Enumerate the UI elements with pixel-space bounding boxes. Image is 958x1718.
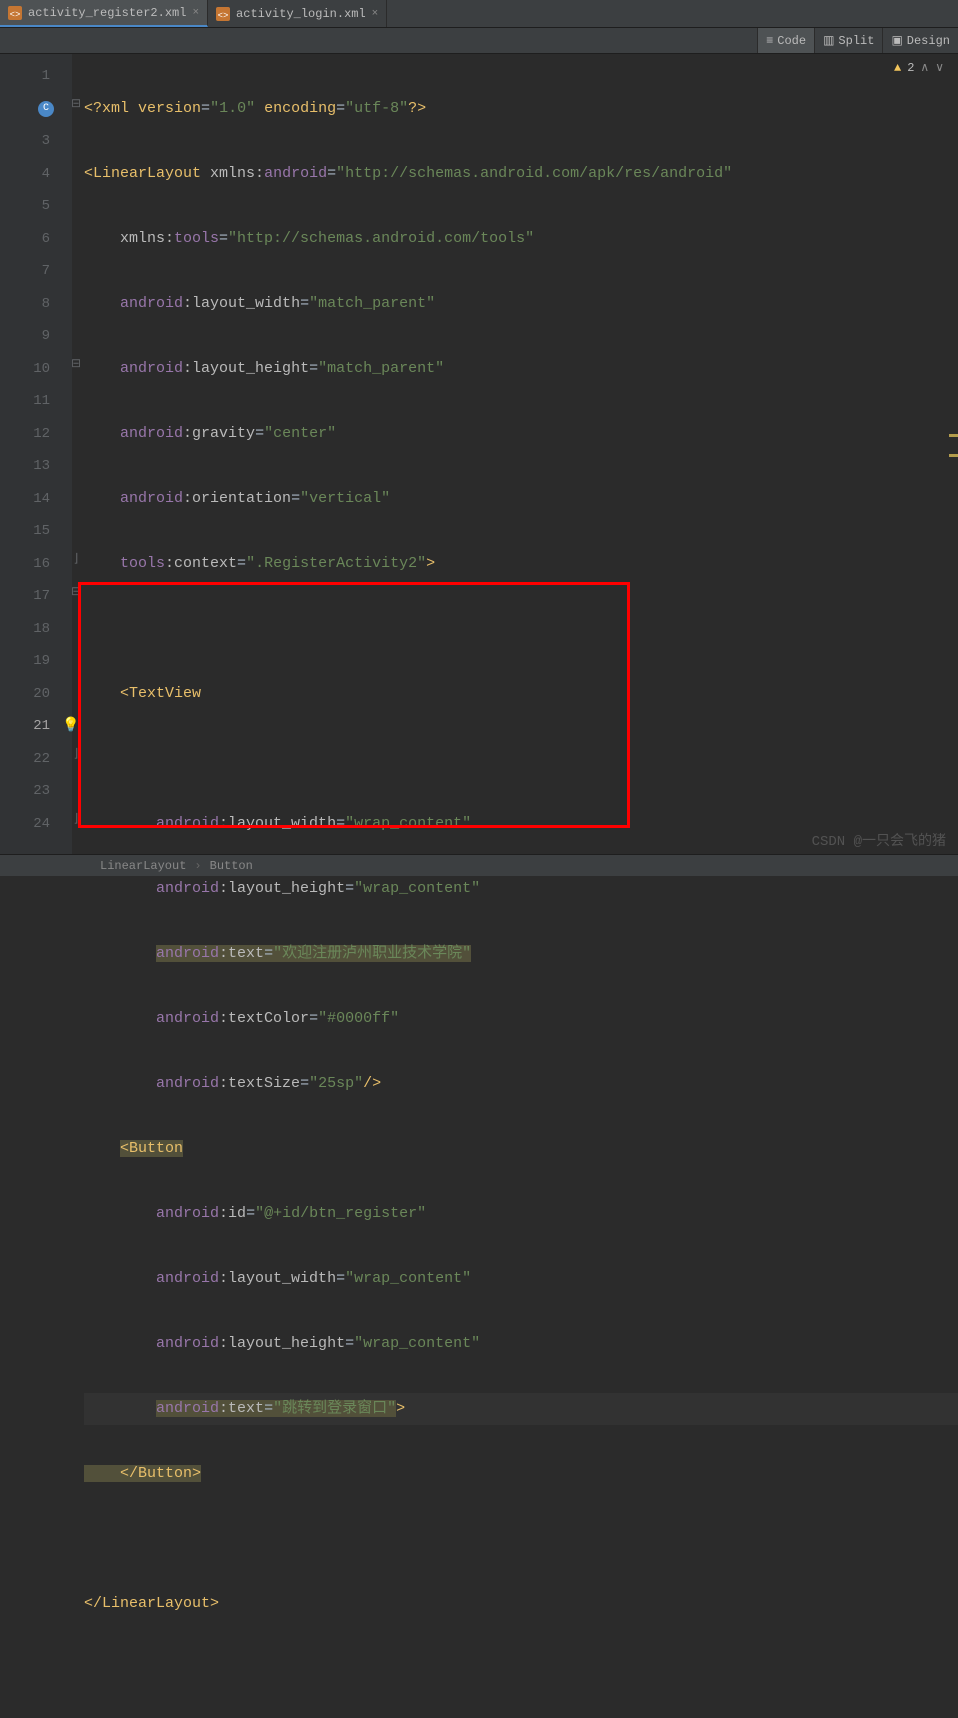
- close-icon[interactable]: ×: [372, 8, 379, 20]
- code-line[interactable]: android:text="欢迎注册泸州职业技术学院": [84, 938, 958, 971]
- warning-mark[interactable]: [949, 434, 958, 437]
- tab-label: activity_login.xml: [236, 7, 366, 21]
- code-line[interactable]: </LinearLayout>: [84, 1588, 958, 1621]
- view-split-button[interactable]: ▥ Split: [814, 28, 882, 53]
- class-icon[interactable]: C: [38, 101, 54, 117]
- code-line[interactable]: <?xml version="1.0" encoding="utf-8"?>: [84, 93, 958, 126]
- split-icon: ▥: [823, 33, 834, 48]
- xml-file-icon: <>: [8, 6, 22, 20]
- tab-login[interactable]: <> activity_login.xml ×: [208, 0, 387, 27]
- tab-register2[interactable]: <> activity_register2.xml ×: [0, 0, 208, 27]
- svg-text:<>: <>: [218, 11, 229, 21]
- view-design-button[interactable]: ▣ Design: [882, 28, 958, 53]
- code-line[interactable]: android:layout_height="wrap_content": [84, 873, 958, 906]
- scrollbar-marks[interactable]: [948, 54, 958, 854]
- code-line[interactable]: tools:context=".RegisterActivity2">: [84, 548, 958, 581]
- warning-mark[interactable]: [949, 454, 958, 457]
- code-line[interactable]: xmlns:tools="http://schemas.android.com/…: [84, 223, 958, 256]
- code-line[interactable]: <Button: [84, 1133, 958, 1166]
- code-line[interactable]: [84, 613, 958, 646]
- chevron-down-icon[interactable]: ∨: [935, 60, 944, 75]
- warning-count: 2: [907, 61, 914, 75]
- gutter[interactable]: 1 C2 3 4 5 6 7 8 9 10 11 12 13 14 15 16 …: [0, 54, 72, 854]
- inspection-widget[interactable]: ▲ 2 ∧ ∨: [894, 60, 944, 75]
- code-line[interactable]: android:gravity="center": [84, 418, 958, 451]
- breadcrumb-item[interactable]: LinearLayout: [100, 859, 186, 873]
- code-line[interactable]: <TextView: [84, 678, 958, 711]
- code-line[interactable]: android:textSize="25sp"/>: [84, 1068, 958, 1101]
- breadcrumb-item[interactable]: Button: [210, 859, 253, 873]
- design-icon: ▣: [891, 33, 902, 48]
- svg-text:<>: <>: [10, 10, 21, 20]
- code-line[interactable]: android:layout_height="wrap_content": [84, 1328, 958, 1361]
- chevron-up-icon[interactable]: ∧: [920, 60, 929, 75]
- tab-label: activity_register2.xml: [28, 6, 186, 20]
- code-line[interactable]: android:id="@+id/btn_register": [84, 1198, 958, 1231]
- xml-file-icon: <>: [216, 7, 230, 21]
- watermark: CSDN @一只会飞的猪: [812, 830, 946, 850]
- warning-icon: ▲: [894, 61, 901, 75]
- code-area[interactable]: <?xml version="1.0" encoding="utf-8"?> <…: [72, 54, 958, 854]
- lines-icon: ≡: [766, 34, 773, 48]
- code-line[interactable]: android:text="跳转到登录窗口">: [84, 1393, 958, 1426]
- chevron-right-icon: ›: [194, 859, 201, 873]
- view-code-button[interactable]: ≡ Code: [757, 28, 814, 53]
- editor: 1 C2 3 4 5 6 7 8 9 10 11 12 13 14 15 16 …: [0, 54, 958, 854]
- close-icon[interactable]: ×: [192, 7, 199, 19]
- breadcrumb: LinearLayout › Button: [0, 854, 958, 876]
- code-line[interactable]: android:layout_width="wrap_content": [84, 1263, 958, 1296]
- editor-tabs: <> activity_register2.xml × <> activity_…: [0, 0, 958, 28]
- code-line[interactable]: [84, 1523, 958, 1556]
- code-line[interactable]: [84, 743, 958, 776]
- code-line[interactable]: android:layout_width="match_parent": [84, 288, 958, 321]
- view-toolbar: ≡ Code ▥ Split ▣ Design: [0, 28, 958, 54]
- code-line[interactable]: android:textColor="#0000ff": [84, 1003, 958, 1036]
- code-line[interactable]: android:orientation="vertical": [84, 483, 958, 516]
- fold-column: ⊟ ⊟ ⌋ ⊟ ⌋ ⌋: [56, 54, 70, 854]
- code-line[interactable]: </Button>: [84, 1458, 958, 1491]
- code-line[interactable]: <LinearLayout xmlns:android="http://sche…: [84, 158, 958, 191]
- code-line[interactable]: android:layout_height="match_parent": [84, 353, 958, 386]
